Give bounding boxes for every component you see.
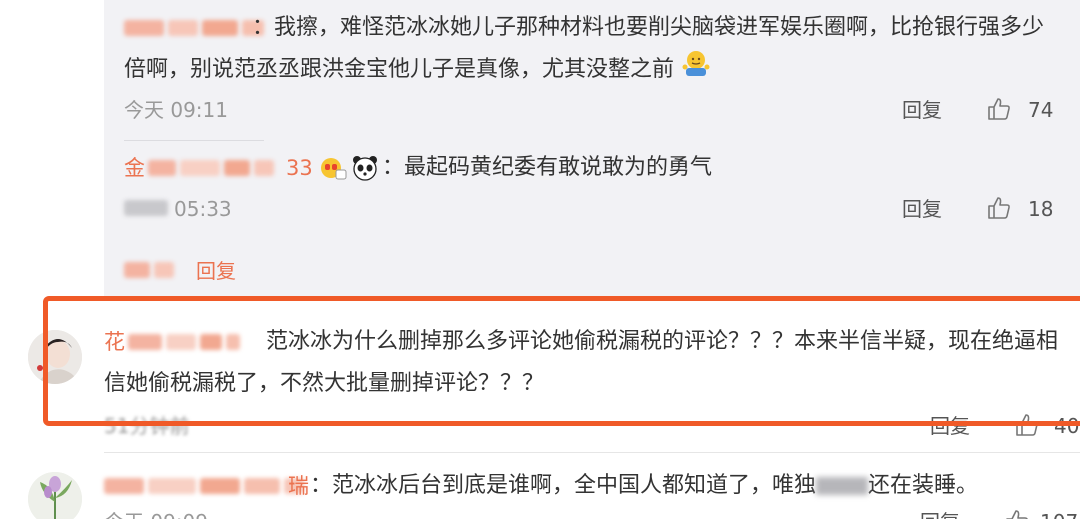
commenter-name-blurred[interactable] xyxy=(104,474,308,498)
comment-text: 还在装睡。 xyxy=(868,473,979,498)
like-count: 74 xyxy=(1028,98,1054,122)
shrug-emoji-icon xyxy=(681,48,711,92)
commenter-name-suffix[interactable]: 33 xyxy=(286,156,313,180)
commenter-name-blurred[interactable] xyxy=(124,16,268,40)
highlight-annotation-box xyxy=(43,296,1080,426)
angry-emoji-icon xyxy=(318,154,348,186)
divider xyxy=(104,452,1080,453)
commenter-name-blurred[interactable] xyxy=(148,156,278,180)
comment-text-line: 倍啊，别说范丞丞跟洪金宝他儿子是真像，尤其没整之前 xyxy=(124,48,724,92)
comment-text-line: ：范冰冰后台到底是谁啊，全中国人都知道了，唯独 还在装睡。 xyxy=(310,466,978,506)
comment-text-line: ：我擦，难怪范冰冰她儿子那种材料也要削尖脑袋进军娱乐圈啊，比抢银行强多少 xyxy=(252,15,1045,40)
comment-text: ：范冰冰后台到底是谁啊，全中国人都知道了，唯独 xyxy=(310,473,817,498)
comment-text: 倍啊，别说范丞丞跟洪金宝他儿子是真像，尤其没整之前 xyxy=(124,57,675,82)
timestamp-blurred xyxy=(124,196,172,220)
comment-text: ：最起码黄纪委有敢说敢为的勇气 xyxy=(382,155,713,180)
comment-timestamp: 05:33 xyxy=(174,197,232,221)
divider xyxy=(124,140,264,141)
panda-emoji-icon xyxy=(350,154,380,186)
comment-timestamp: 今天 09:09 xyxy=(104,510,208,519)
commenter-name-suffix[interactable]: 瑞 xyxy=(288,474,309,498)
collapse-replies-link[interactable]: 回复 xyxy=(196,259,236,283)
reply-button[interactable]: 回复 xyxy=(902,98,942,122)
reply-button[interactable]: 回复 xyxy=(920,510,960,519)
commenter-name-prefix[interactable]: 金 xyxy=(124,156,145,180)
thumbs-up-icon[interactable] xyxy=(986,195,1012,221)
comment-feed: ：我擦，难怪范冰冰她儿子那种材料也要削尖脑袋进军娱乐圈啊，比抢银行强多少 倍啊，… xyxy=(0,0,1080,519)
comment-timestamp: 今天 09:11 xyxy=(124,98,228,122)
thumbs-up-icon[interactable] xyxy=(1004,508,1030,519)
like-count: 18 xyxy=(1028,197,1054,221)
collapse-link-blurred[interactable] xyxy=(124,258,178,282)
censored-text-block xyxy=(816,477,869,495)
thumbs-up-icon[interactable] xyxy=(986,96,1012,122)
reply-button[interactable]: 回复 xyxy=(902,197,942,221)
avatar[interactable] xyxy=(28,472,82,519)
like-count: 107 xyxy=(1040,510,1078,519)
